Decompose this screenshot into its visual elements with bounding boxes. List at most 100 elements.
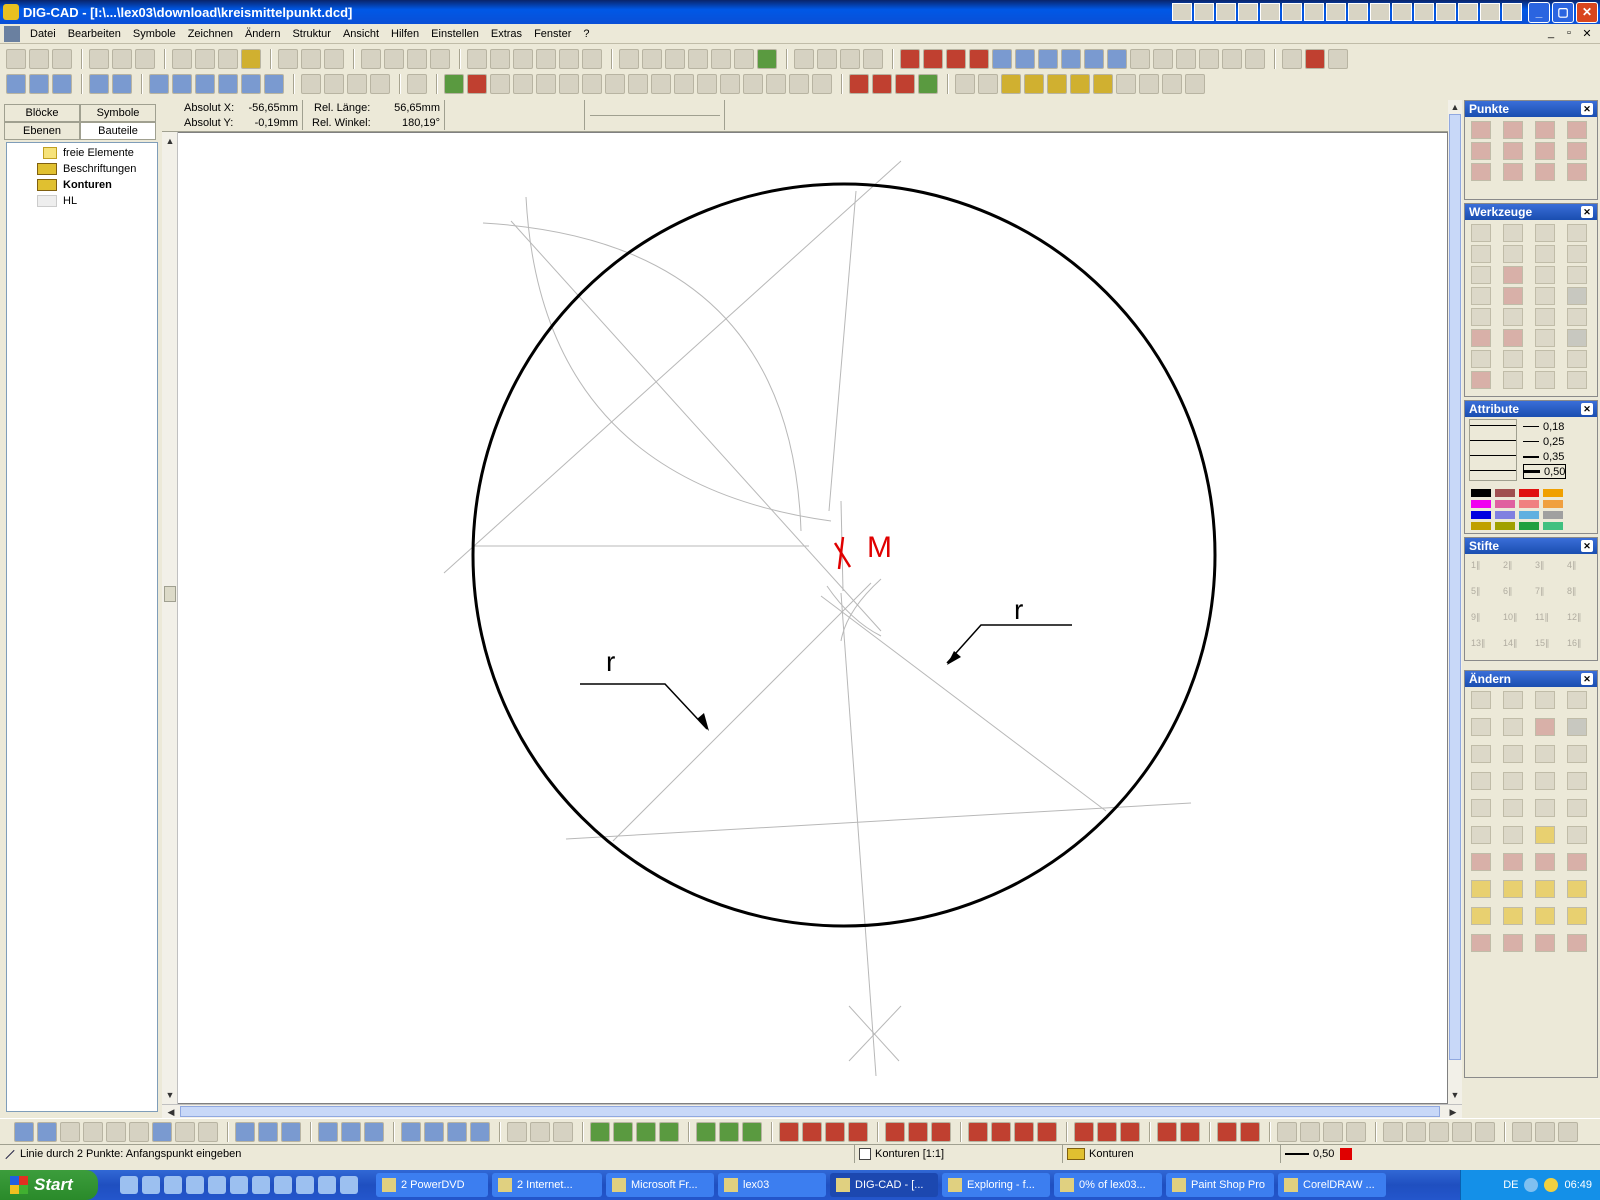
- disabled-tool-icon[interactable]: [863, 49, 883, 69]
- select-icon[interactable]: [301, 74, 321, 94]
- quick-icon[interactable]: [1392, 3, 1412, 21]
- line-tool-icon[interactable]: [1471, 245, 1491, 263]
- modify-tool-icon[interactable]: [1535, 745, 1555, 763]
- modify-tool-icon[interactable]: [1535, 907, 1555, 925]
- pen-1-icon[interactable]: 1∥: [1471, 560, 1493, 580]
- line-tool-icon[interactable]: [1535, 308, 1555, 326]
- quick-launch-icon[interactable]: [340, 1176, 358, 1194]
- modify-tool-icon[interactable]: [1503, 907, 1523, 925]
- save-as-icon[interactable]: [112, 49, 132, 69]
- delete-icon[interactable]: [370, 74, 390, 94]
- disabled-tool-icon[interactable]: [1116, 74, 1136, 94]
- point-tool-icon[interactable]: [1503, 142, 1523, 160]
- shape-icon[interactable]: [424, 1121, 444, 1142]
- scroll-thumb[interactable]: [180, 1106, 1440, 1117]
- pen-8-icon[interactable]: 8∥: [1567, 586, 1589, 606]
- color-swatch[interactable]: [1471, 500, 1491, 508]
- modify-tool-icon[interactable]: [1535, 691, 1555, 709]
- paste-special-icon[interactable]: [430, 49, 450, 69]
- new-file-icon[interactable]: [6, 49, 26, 69]
- 3d-tool-icon[interactable]: [14, 1121, 34, 1142]
- rectangle-icon[interactable]: [1471, 287, 1491, 305]
- modify-tool-icon[interactable]: [1503, 799, 1523, 817]
- modify-tool-icon[interactable]: [1471, 772, 1491, 790]
- tool-icon[interactable]: [1503, 287, 1523, 305]
- line-tool-icon[interactable]: [1535, 329, 1555, 347]
- color-swatch[interactable]: [1543, 522, 1563, 530]
- scale-icon[interactable]: [407, 74, 427, 94]
- modify-tool-icon[interactable]: [1503, 934, 1523, 952]
- modify-tool-icon[interactable]: [1471, 880, 1491, 898]
- zoom-level-icon[interactable]: [766, 74, 786, 94]
- structure-tool-icon[interactable]: [1061, 49, 1081, 69]
- pen-11-icon[interactable]: 11∥: [1535, 612, 1557, 632]
- frame-icon[interactable]: [347, 74, 367, 94]
- close-icon[interactable]: ✕: [1581, 403, 1593, 415]
- dimension-tool-icon[interactable]: [1074, 1121, 1094, 1142]
- tool-icon[interactable]: [1199, 49, 1219, 69]
- text-tool-icon[interactable]: [1429, 1121, 1449, 1142]
- dimension-tool-icon[interactable]: [825, 1121, 845, 1142]
- zoom-1x-icon[interactable]: [559, 74, 579, 94]
- modify-tool-icon[interactable]: [1567, 853, 1587, 871]
- zoom-all-icon[interactable]: [490, 74, 510, 94]
- arc-tool-icon[interactable]: [636, 1121, 656, 1142]
- part-icon[interactable]: [1001, 74, 1021, 94]
- color-swatch[interactable]: [1495, 511, 1515, 519]
- modify-tool-icon[interactable]: [1471, 934, 1491, 952]
- view-icon[interactable]: [172, 74, 192, 94]
- hatch-icon[interactable]: [1503, 350, 1523, 368]
- modify-tool-icon[interactable]: [1535, 826, 1555, 844]
- pen-3-icon[interactable]: 3∥: [1535, 560, 1557, 580]
- circle-tool-icon[interactable]: [507, 1121, 527, 1142]
- part-icon[interactable]: [1093, 74, 1113, 94]
- quick-icon[interactable]: [1172, 3, 1192, 21]
- quick-icon[interactable]: [1370, 3, 1390, 21]
- 3d-tool-icon[interactable]: [129, 1121, 149, 1142]
- color-icon[interactable]: [895, 74, 915, 94]
- part-icon[interactable]: [1024, 74, 1044, 94]
- tool-icon[interactable]: [1153, 49, 1173, 69]
- color-swatch[interactable]: [1519, 522, 1539, 530]
- zoom-window-icon[interactable]: [513, 74, 533, 94]
- line-style-selector[interactable]: [1469, 419, 1517, 481]
- menu-zeichnen[interactable]: Zeichnen: [182, 28, 239, 40]
- disabled-tool-icon[interactable]: [1185, 74, 1205, 94]
- point-tool-icon[interactable]: [1535, 163, 1555, 181]
- menu-symbole[interactable]: Symbole: [127, 28, 182, 40]
- text-tool-icon[interactable]: [1406, 1121, 1426, 1142]
- print-icon[interactable]: [278, 49, 298, 69]
- quick-icon[interactable]: [1436, 3, 1456, 21]
- pen-12-icon[interactable]: 12∥: [1567, 612, 1589, 632]
- modify-tool-icon[interactable]: [1535, 718, 1555, 736]
- symbol-icon[interactable]: [1346, 1121, 1366, 1142]
- cancel-icon[interactable]: [513, 49, 533, 69]
- tree-item-beschriftungen[interactable]: Beschriftungen: [37, 163, 136, 175]
- disabled-tool-icon[interactable]: [1139, 74, 1159, 94]
- modify-tool-icon[interactable]: [1535, 880, 1555, 898]
- dimension-icon[interactable]: [1503, 329, 1523, 347]
- properties-icon[interactable]: [849, 74, 869, 94]
- modify-tool-icon[interactable]: [1567, 799, 1587, 817]
- line-tool-icon[interactable]: [1535, 287, 1555, 305]
- tab-ebenen[interactable]: Ebenen: [4, 122, 80, 140]
- modify-tool-icon[interactable]: [1471, 853, 1491, 871]
- tray-icon[interactable]: [1524, 1178, 1539, 1192]
- window-tile-icon[interactable]: [6, 74, 26, 94]
- block-tool-icon[interactable]: [946, 49, 966, 69]
- zoom-out-icon[interactable]: [697, 74, 717, 94]
- shape-icon[interactable]: [447, 1121, 467, 1142]
- color-swatch[interactable]: [1543, 500, 1563, 508]
- modify-tool-icon[interactable]: [1535, 772, 1555, 790]
- color-swatch[interactable]: [1340, 1148, 1353, 1161]
- modify-tool-icon[interactable]: [1567, 934, 1587, 952]
- drawing-canvas[interactable]: M r r: [162, 132, 1448, 1104]
- zoom-in-icon[interactable]: [674, 74, 694, 94]
- pen-16-icon[interactable]: 16∥: [1567, 638, 1589, 658]
- parallel-icon[interactable]: [318, 1121, 338, 1142]
- line-tool-icon[interactable]: [1535, 245, 1555, 263]
- modify-tool-icon[interactable]: [1567, 745, 1587, 763]
- tool-icon[interactable]: [1130, 49, 1150, 69]
- line-tool-icon[interactable]: [1535, 224, 1555, 242]
- view-icon[interactable]: [241, 74, 261, 94]
